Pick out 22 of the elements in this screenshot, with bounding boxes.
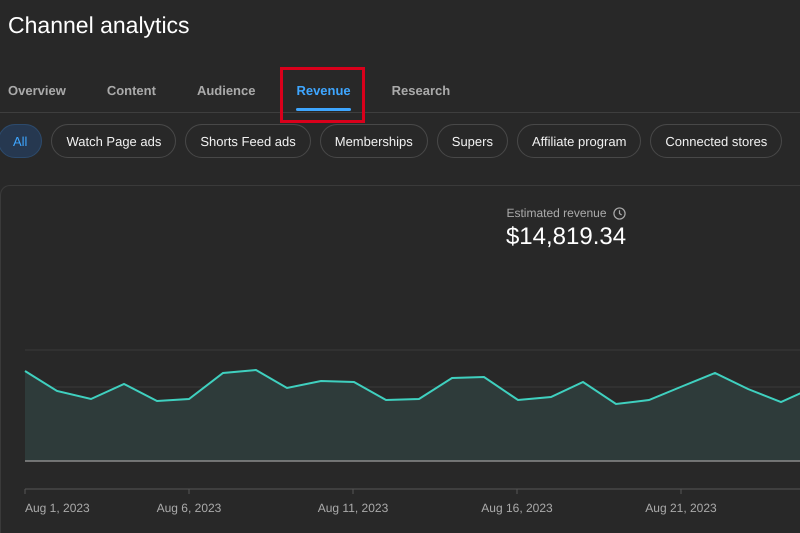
tab[interactable]: Revenue bbox=[296, 68, 351, 112]
axis-label: Aug 21, 2023 bbox=[645, 501, 717, 515]
tab[interactable]: Content bbox=[106, 68, 156, 112]
axis-label: Aug 11, 2023 bbox=[318, 501, 388, 515]
filter-chip[interactable]: Connected stores bbox=[650, 124, 782, 158]
filter-chip[interactable]: Affiliate program bbox=[516, 124, 642, 158]
filter-chip[interactable]: Memberships bbox=[320, 124, 428, 158]
tab[interactable]: Audience bbox=[196, 68, 256, 112]
clock-icon bbox=[612, 206, 626, 220]
metric-value: $14,819.34 bbox=[506, 222, 626, 252]
axis-label: Aug 6, 2023 bbox=[156, 501, 222, 515]
tab[interactable]: Research bbox=[392, 68, 450, 112]
tab-underline bbox=[296, 108, 351, 111]
filter-chip[interactable]: Supers bbox=[436, 124, 508, 158]
axis-label: Aug 16, 2023 bbox=[481, 501, 553, 515]
tab[interactable]: Overview bbox=[8, 68, 66, 112]
metric-label: Estimated revenue bbox=[506, 206, 607, 220]
filter-chip[interactable]: All bbox=[0, 124, 42, 158]
filter-chip[interactable]: Shorts Feed ads bbox=[185, 124, 311, 158]
filter-chip[interactable]: Watch Page ads bbox=[51, 124, 176, 158]
page-title: Channel analytics bbox=[7, 11, 190, 40]
axis-label: Aug 1, 2023 bbox=[25, 501, 90, 515]
